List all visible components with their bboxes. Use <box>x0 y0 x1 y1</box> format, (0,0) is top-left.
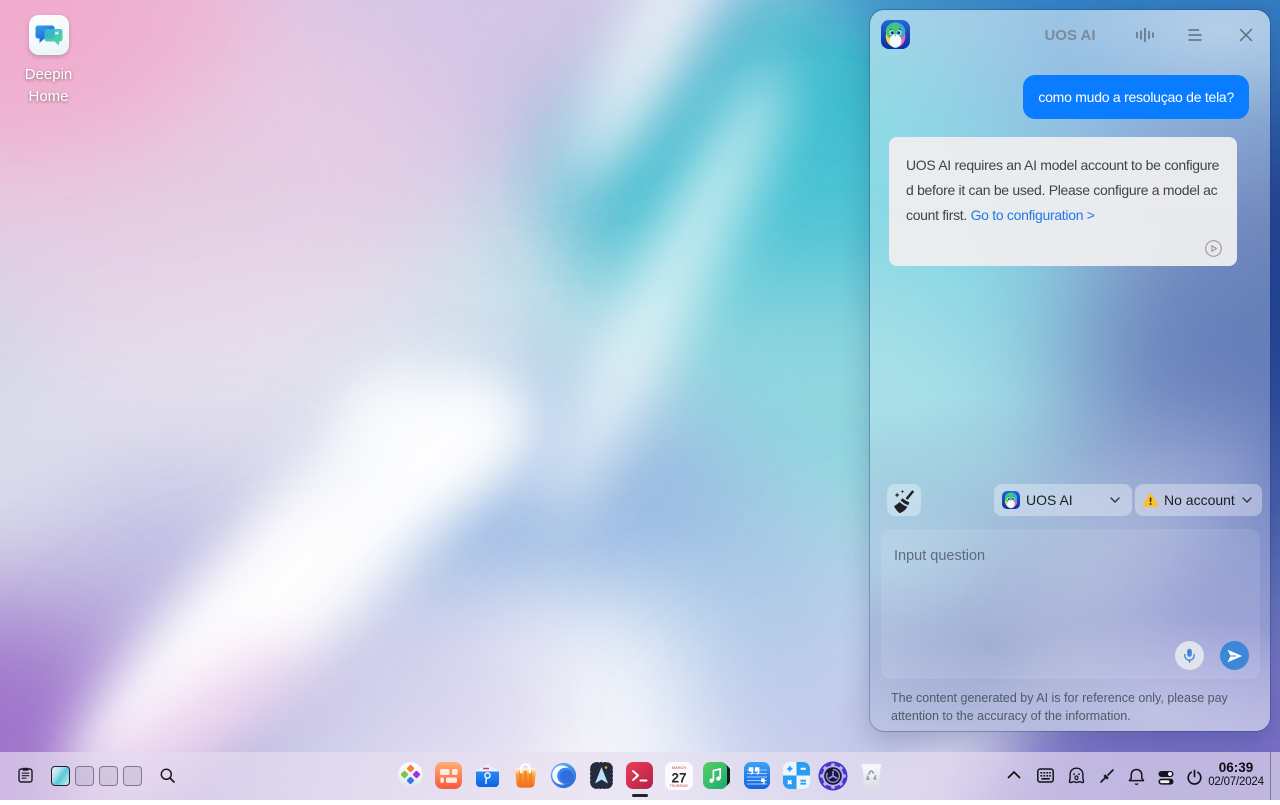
svg-text:MARCH: MARCH <box>672 765 686 770</box>
svg-text:THURSDAY: THURSDAY <box>670 784 689 788</box>
